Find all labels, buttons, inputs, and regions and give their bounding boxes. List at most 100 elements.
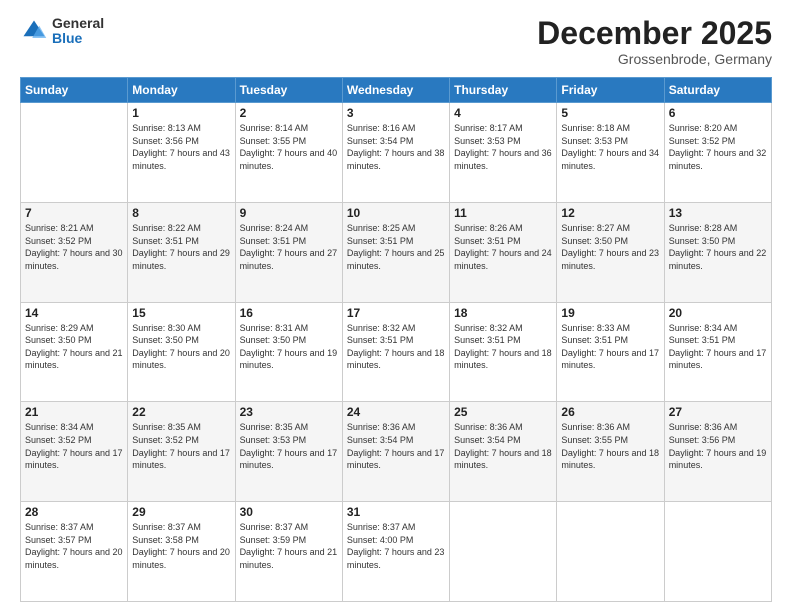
table-row: 26 Sunrise: 8:36 AMSunset: 3:55 PMDayligh… bbox=[557, 402, 664, 502]
table-row: 17 Sunrise: 8:32 AMSunset: 3:51 PMDayligh… bbox=[342, 302, 449, 402]
table-row: 29 Sunrise: 8:37 AMSunset: 3:58 PMDayligh… bbox=[128, 502, 235, 602]
day-number: 13 bbox=[669, 206, 767, 220]
day-info: Sunrise: 8:29 AMSunset: 3:50 PMDaylight:… bbox=[25, 322, 123, 372]
day-number: 31 bbox=[347, 505, 445, 519]
day-info: Sunrise: 8:35 AMSunset: 3:53 PMDaylight:… bbox=[240, 421, 338, 471]
page: General Blue December 2025 Grossenbrode,… bbox=[0, 0, 792, 612]
day-info: Sunrise: 8:32 AMSunset: 3:51 PMDaylight:… bbox=[347, 322, 445, 372]
day-number: 17 bbox=[347, 306, 445, 320]
day-number: 27 bbox=[669, 405, 767, 419]
day-info: Sunrise: 8:24 AMSunset: 3:51 PMDaylight:… bbox=[240, 222, 338, 272]
day-info: Sunrise: 8:36 AMSunset: 3:56 PMDaylight:… bbox=[669, 421, 767, 471]
day-info: Sunrise: 8:31 AMSunset: 3:50 PMDaylight:… bbox=[240, 322, 338, 372]
day-info: Sunrise: 8:35 AMSunset: 3:52 PMDaylight:… bbox=[132, 421, 230, 471]
day-info: Sunrise: 8:25 AMSunset: 3:51 PMDaylight:… bbox=[347, 222, 445, 272]
day-number: 23 bbox=[240, 405, 338, 419]
day-info: Sunrise: 8:30 AMSunset: 3:50 PMDaylight:… bbox=[132, 322, 230, 372]
day-number: 30 bbox=[240, 505, 338, 519]
day-number: 7 bbox=[25, 206, 123, 220]
table-row: 18Sunrise: 8:32 AMSunset: 3:51 PMDayligh… bbox=[450, 302, 557, 402]
table-row: 23 Sunrise: 8:35 AMSunset: 3:53 PMDayligh… bbox=[235, 402, 342, 502]
day-number: 20 bbox=[669, 306, 767, 320]
table-row: 30Sunrise: 8:37 AMSunset: 3:59 PMDayligh… bbox=[235, 502, 342, 602]
day-info: Sunrise: 8:37 AMSunset: 4:00 PMDaylight:… bbox=[347, 521, 445, 571]
table-row bbox=[664, 502, 771, 602]
day-info: Sunrise: 8:36 AMSunset: 3:54 PMDaylight:… bbox=[347, 421, 445, 471]
table-row: 19Sunrise: 8:33 AMSunset: 3:51 PMDayligh… bbox=[557, 302, 664, 402]
calendar-week-row: 14Sunrise: 8:29 AMSunset: 3:50 PMDayligh… bbox=[21, 302, 772, 402]
day-info: Sunrise: 8:21 AMSunset: 3:52 PMDaylight:… bbox=[25, 222, 123, 272]
day-number: 8 bbox=[132, 206, 230, 220]
day-number: 4 bbox=[454, 106, 552, 120]
col-tuesday: Tuesday bbox=[235, 78, 342, 103]
day-number: 29 bbox=[132, 505, 230, 519]
calendar-week-row: 21 Sunrise: 8:34 AMSunset: 3:52 PMDayligh… bbox=[21, 402, 772, 502]
day-info: Sunrise: 8:28 AMSunset: 3:50 PMDaylight:… bbox=[669, 222, 767, 272]
day-number: 1 bbox=[132, 106, 230, 120]
table-row: 25Sunrise: 8:36 AMSunset: 3:54 PMDayligh… bbox=[450, 402, 557, 502]
table-row bbox=[450, 502, 557, 602]
day-number: 18 bbox=[454, 306, 552, 320]
table-row: 9Sunrise: 8:24 AMSunset: 3:51 PMDaylight… bbox=[235, 202, 342, 302]
col-sunday: Sunday bbox=[21, 78, 128, 103]
table-row bbox=[557, 502, 664, 602]
day-info: Sunrise: 8:13 AMSunset: 3:56 PMDaylight:… bbox=[132, 122, 230, 172]
calendar-week-row: 1 Sunrise: 8:13 AMSunset: 3:56 PMDaylight… bbox=[21, 103, 772, 203]
day-info: Sunrise: 8:34 AMSunset: 3:52 PMDaylight:… bbox=[25, 421, 123, 471]
table-row: 6 Sunrise: 8:20 AMSunset: 3:52 PMDaylight… bbox=[664, 103, 771, 203]
day-number: 6 bbox=[669, 106, 767, 120]
col-wednesday: Wednesday bbox=[342, 78, 449, 103]
table-row: 5 Sunrise: 8:18 AMSunset: 3:53 PMDaylight… bbox=[557, 103, 664, 203]
day-info: Sunrise: 8:14 AMSunset: 3:55 PMDaylight:… bbox=[240, 122, 338, 172]
day-number: 24 bbox=[347, 405, 445, 419]
col-thursday: Thursday bbox=[450, 78, 557, 103]
day-info: Sunrise: 8:18 AMSunset: 3:53 PMDaylight:… bbox=[561, 122, 659, 172]
table-row: 14Sunrise: 8:29 AMSunset: 3:50 PMDayligh… bbox=[21, 302, 128, 402]
day-info: Sunrise: 8:22 AMSunset: 3:51 PMDaylight:… bbox=[132, 222, 230, 272]
day-info: Sunrise: 8:26 AMSunset: 3:51 PMDaylight:… bbox=[454, 222, 552, 272]
logo-general-text: General bbox=[52, 16, 104, 31]
day-number: 12 bbox=[561, 206, 659, 220]
table-row: 12Sunrise: 8:27 AMSunset: 3:50 PMDayligh… bbox=[557, 202, 664, 302]
day-info: Sunrise: 8:37 AMSunset: 3:57 PMDaylight:… bbox=[25, 521, 123, 571]
table-row: 22Sunrise: 8:35 AMSunset: 3:52 PMDayligh… bbox=[128, 402, 235, 502]
day-info: Sunrise: 8:33 AMSunset: 3:51 PMDaylight:… bbox=[561, 322, 659, 372]
calendar-week-row: 28Sunrise: 8:37 AMSunset: 3:57 PMDayligh… bbox=[21, 502, 772, 602]
logo-blue-text: Blue bbox=[52, 31, 104, 46]
logo-text: General Blue bbox=[52, 16, 104, 47]
calendar-table: Sunday Monday Tuesday Wednesday Thursday… bbox=[20, 77, 772, 602]
calendar-week-row: 7 Sunrise: 8:21 AMSunset: 3:52 PMDaylight… bbox=[21, 202, 772, 302]
table-row: 7 Sunrise: 8:21 AMSunset: 3:52 PMDaylight… bbox=[21, 202, 128, 302]
day-number: 15 bbox=[132, 306, 230, 320]
table-row: 15 Sunrise: 8:30 AMSunset: 3:50 PMDayligh… bbox=[128, 302, 235, 402]
table-row: 24 Sunrise: 8:36 AMSunset: 3:54 PMDayligh… bbox=[342, 402, 449, 502]
day-number: 21 bbox=[25, 405, 123, 419]
month-title: December 2025 bbox=[537, 16, 772, 51]
day-info: Sunrise: 8:16 AMSunset: 3:54 PMDaylight:… bbox=[347, 122, 445, 172]
day-number: 11 bbox=[454, 206, 552, 220]
table-row: 16 Sunrise: 8:31 AMSunset: 3:50 PMDayligh… bbox=[235, 302, 342, 402]
day-info: Sunrise: 8:36 AMSunset: 3:54 PMDaylight:… bbox=[454, 421, 552, 471]
col-friday: Friday bbox=[557, 78, 664, 103]
title-block: December 2025 Grossenbrode, Germany bbox=[537, 16, 772, 67]
day-number: 16 bbox=[240, 306, 338, 320]
day-number: 10 bbox=[347, 206, 445, 220]
logo: General Blue bbox=[20, 16, 104, 47]
logo-icon bbox=[20, 17, 48, 45]
col-saturday: Saturday bbox=[664, 78, 771, 103]
table-row: 3Sunrise: 8:16 AMSunset: 3:54 PMDaylight… bbox=[342, 103, 449, 203]
day-number: 5 bbox=[561, 106, 659, 120]
day-info: Sunrise: 8:37 AMSunset: 3:58 PMDaylight:… bbox=[132, 521, 230, 571]
day-info: Sunrise: 8:34 AMSunset: 3:51 PMDaylight:… bbox=[669, 322, 767, 372]
day-number: 26 bbox=[561, 405, 659, 419]
day-info: Sunrise: 8:20 AMSunset: 3:52 PMDaylight:… bbox=[669, 122, 767, 172]
header: General Blue December 2025 Grossenbrode,… bbox=[20, 16, 772, 67]
day-info: Sunrise: 8:36 AMSunset: 3:55 PMDaylight:… bbox=[561, 421, 659, 471]
table-row: 1 Sunrise: 8:13 AMSunset: 3:56 PMDaylight… bbox=[128, 103, 235, 203]
table-row: 11 Sunrise: 8:26 AMSunset: 3:51 PMDayligh… bbox=[450, 202, 557, 302]
table-row: 13 Sunrise: 8:28 AMSunset: 3:50 PMDayligh… bbox=[664, 202, 771, 302]
table-row: 27 Sunrise: 8:36 AMSunset: 3:56 PMDayligh… bbox=[664, 402, 771, 502]
table-row: 20 Sunrise: 8:34 AMSunset: 3:51 PMDayligh… bbox=[664, 302, 771, 402]
table-row: 8 Sunrise: 8:22 AMSunset: 3:51 PMDaylight… bbox=[128, 202, 235, 302]
location: Grossenbrode, Germany bbox=[537, 51, 772, 67]
